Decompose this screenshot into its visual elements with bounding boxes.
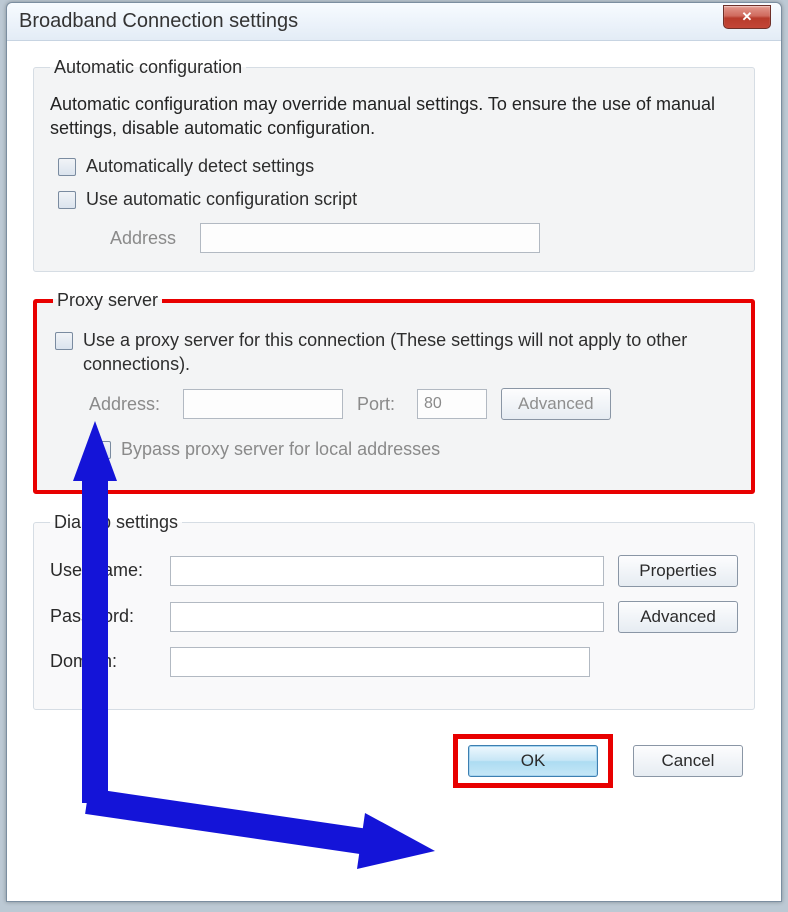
- use-proxy-label: Use a proxy server for this connection (…: [83, 329, 735, 376]
- titlebar: Broadband Connection settings ✕: [7, 3, 781, 41]
- dialup-settings-group: Dial-up settings User name: Properties P…: [33, 512, 755, 710]
- ok-button[interactable]: OK: [468, 745, 598, 777]
- auto-detect-checkbox[interactable]: [58, 158, 76, 176]
- auto-config-group: Automatic configuration Automatic config…: [33, 57, 755, 272]
- proxy-address-input[interactable]: [183, 389, 343, 419]
- domain-input[interactable]: [170, 647, 590, 677]
- proxy-port-input[interactable]: [417, 389, 487, 419]
- auto-detect-label: Automatically detect settings: [86, 155, 314, 178]
- properties-button[interactable]: Properties: [618, 555, 738, 587]
- auto-config-desc: Automatic configuration may override man…: [50, 92, 738, 141]
- dialup-legend: Dial-up settings: [50, 512, 182, 533]
- username-input[interactable]: [170, 556, 604, 586]
- proxy-advanced-button[interactable]: Advanced: [501, 388, 611, 420]
- bypass-local-checkbox[interactable]: [93, 441, 111, 459]
- username-label: User name:: [50, 560, 170, 581]
- close-button[interactable]: ✕: [723, 5, 771, 29]
- use-script-checkbox[interactable]: [58, 191, 76, 209]
- settings-dialog: Broadband Connection settings ✕ Automati…: [6, 2, 782, 902]
- dialog-body: Automatic configuration Automatic config…: [7, 41, 781, 808]
- password-input[interactable]: [170, 602, 604, 632]
- dialog-footer: OK Cancel: [33, 728, 755, 788]
- dialup-advanced-button[interactable]: Advanced: [618, 601, 738, 633]
- bypass-local-label: Bypass proxy server for local addresses: [121, 438, 440, 461]
- ok-highlight-box: OK: [453, 734, 613, 788]
- window-title: Broadband Connection settings: [19, 10, 723, 33]
- close-icon: ✕: [742, 9, 753, 25]
- proxy-legend: Proxy server: [53, 290, 162, 311]
- script-address-input[interactable]: [200, 223, 540, 253]
- cancel-button[interactable]: Cancel: [633, 745, 743, 777]
- proxy-address-label: Address:: [89, 394, 169, 415]
- script-address-label: Address: [110, 228, 190, 249]
- proxy-port-label: Port:: [357, 394, 403, 415]
- domain-label: Domain:: [50, 651, 170, 672]
- password-label: Password:: [50, 606, 170, 627]
- auto-config-legend: Automatic configuration: [50, 57, 246, 78]
- use-proxy-checkbox[interactable]: [55, 332, 73, 350]
- use-script-label: Use automatic configuration script: [86, 188, 357, 211]
- proxy-server-group: Proxy server Use a proxy server for this…: [33, 290, 755, 493]
